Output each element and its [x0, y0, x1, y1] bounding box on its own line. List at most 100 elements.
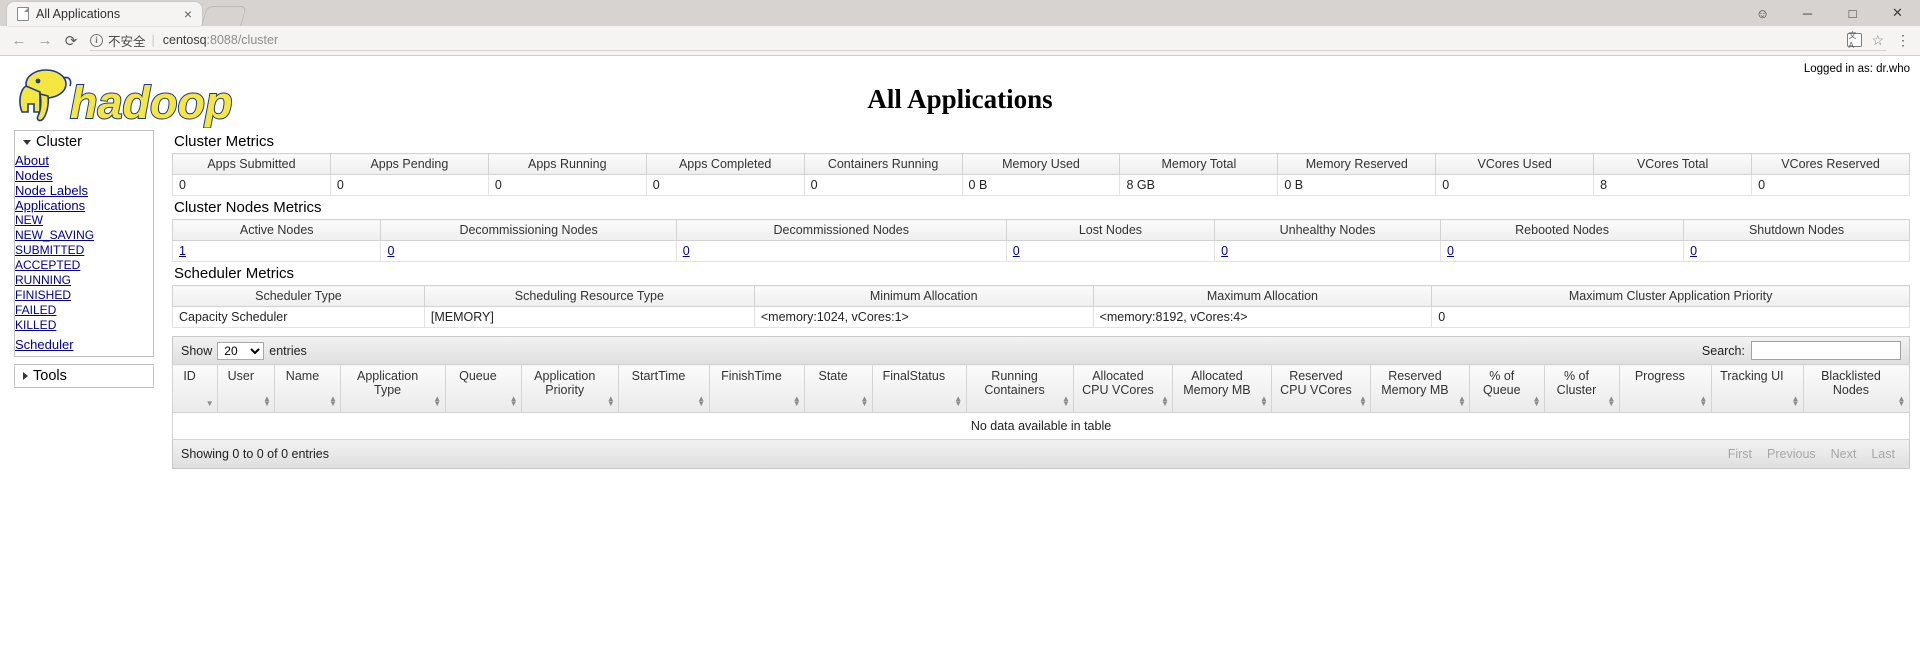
sidebar-item-node-labels-label[interactable]: Node Labels — [15, 183, 88, 198]
sidebar-item-nodes[interactable]: Nodes — [15, 168, 153, 183]
pagination-first[interactable]: First — [1722, 446, 1758, 462]
col-maximum-allocation: Maximum Allocation — [1092, 285, 1433, 307]
rebooted-nodes-link[interactable]: 0 — [1447, 244, 1454, 258]
reload-icon[interactable]: ⟳ — [58, 28, 84, 54]
close-window-button[interactable]: ✕ — [1875, 0, 1920, 26]
col-finishtime[interactable]: FinishTime ▲ ▼ — [708, 364, 806, 413]
col-starttime[interactable]: StartTime ▲ ▼ — [618, 364, 710, 413]
maximize-button[interactable]: □ — [1830, 0, 1875, 26]
active-nodes-link[interactable]: 1 — [179, 244, 186, 258]
sidebar-section-cluster[interactable]: Cluster — [15, 131, 153, 153]
applications-table: ID▲▼ User▲▼ Name▲▼ Application Type▲▼ Qu… — [171, 364, 1911, 440]
col-application-priority[interactable]: Application Priority ▲ ▼ — [521, 364, 620, 413]
new-tab-button[interactable] — [201, 6, 247, 26]
val-rebooted-nodes: 0 — [1439, 240, 1685, 262]
close-tab-icon[interactable]: × — [182, 7, 194, 21]
svg-text:hadoop: hadoop — [70, 77, 232, 128]
sidebar-item-app-finished[interactable]: FINISHED — [15, 288, 153, 303]
page-length-control: Show 20 40 60 80 100 entries — [181, 341, 307, 360]
col-blacklisted-nodes[interactable]: Blacklisted Nodes ▲ ▼ — [1802, 364, 1911, 413]
col-reserved-cpu-vcores[interactable]: Reserved CPU VCores ▲ ▼ — [1271, 364, 1372, 413]
sidebar-item-app-submitted-label[interactable]: SUBMITTED — [15, 243, 84, 258]
browser-menu-icon[interactable]: ⋮ — [1892, 32, 1914, 49]
sidebar-item-app-new-saving-label[interactable]: NEW_SAVING — [15, 228, 94, 243]
sidebar-item-applications[interactable]: Applications — [15, 198, 153, 213]
col-name[interactable]: Name ▲ ▼ — [274, 364, 342, 413]
sidebar-item-app-failed[interactable]: FAILED — [15, 303, 153, 318]
val-memory-used: 0 B — [961, 174, 1121, 196]
minimize-button[interactable]: ─ — [1785, 0, 1830, 26]
pagination-last[interactable]: Last — [1865, 446, 1901, 462]
sidebar-item-app-running[interactable]: RUNNING — [15, 273, 153, 288]
unhealthy-nodes-link[interactable]: 0 — [1221, 244, 1228, 258]
sidebar-item-app-new-saving[interactable]: NEW_SAVING — [15, 228, 153, 243]
sidebar-item-about-label[interactable]: About — [15, 153, 49, 168]
sidebar-item-app-new-label[interactable]: NEW — [15, 213, 43, 228]
sidebar-section-tools[interactable]: Tools — [15, 365, 153, 387]
sort-icon: ▲▼ — [509, 394, 518, 408]
page-length-select[interactable]: 20 40 60 80 100 — [217, 341, 265, 360]
col-rebooted-nodes: Rebooted Nodes — [1439, 219, 1685, 241]
col-id[interactable]: ID▲▼ — [171, 364, 219, 413]
site-info-icon[interactable]: i — [90, 33, 103, 47]
val-vcores-used: 0 — [1435, 174, 1595, 196]
table-row: 1 0 0 0 0 0 0 — [171, 240, 1910, 262]
col-queue[interactable]: Queue ▲ ▼ — [444, 364, 523, 413]
hadoop-logo[interactable]: hadoop — [0, 56, 1920, 130]
sidebar-item-app-accepted-label[interactable]: ACCEPTED — [15, 258, 80, 273]
col-reserved-memory-mb[interactable]: Reserved Memory MB ▲ ▼ — [1370, 364, 1471, 413]
sidebar-item-node-labels[interactable]: Node Labels — [15, 183, 153, 198]
col-user[interactable]: User ▲ ▼ — [217, 364, 276, 413]
tab-title: All Applications — [36, 7, 121, 21]
col-finalstatus[interactable]: FinalStatus ▲ ▼ — [871, 364, 967, 413]
address-bar[interactable]: i 不安全 | centosq:8088/cluster 文A ☆ — [90, 31, 1886, 51]
col-apps-pending: Apps Pending — [329, 153, 489, 175]
sort-icon: ▲▼ — [329, 394, 337, 408]
col-tracking-ui[interactable]: Tracking UI ▲ ▼ — [1710, 364, 1804, 413]
main-content: Cluster Metrics Apps Submitted Apps Pend… — [171, 130, 1911, 469]
col-percent-of-queue[interactable]: % of Queue ▲ ▼ — [1469, 364, 1546, 413]
col-progress[interactable]: Progress ▲ ▼ — [1618, 364, 1712, 413]
bookmark-star-icon[interactable]: ☆ — [1871, 32, 1884, 49]
sidebar-item-about[interactable]: About — [15, 153, 153, 168]
col-allocated-cpu-vcores[interactable]: Allocated CPU VCores ▲ ▼ — [1073, 364, 1174, 413]
pagination-previous[interactable]: Previous — [1761, 446, 1822, 462]
search-input[interactable] — [1751, 341, 1901, 360]
forward-icon[interactable]: → — [32, 28, 58, 54]
sidebar-item-app-failed-label[interactable]: FAILED — [15, 303, 56, 318]
sidebar-item-scheduler-label[interactable]: Scheduler — [15, 337, 74, 352]
account-icon[interactable]: ☺ — [1740, 0, 1785, 26]
table-empty-row: No data available in table — [172, 412, 1910, 440]
sidebar-item-app-killed-label[interactable]: KILLED — [15, 318, 56, 333]
decommissioned-nodes-link[interactable]: 0 — [683, 244, 690, 258]
sidebar-item-applications-label[interactable]: Applications — [15, 198, 85, 213]
sidebar-item-app-running-label[interactable]: RUNNING — [15, 273, 71, 288]
browser-tab[interactable]: All Applications × — [7, 2, 202, 26]
sidebar-item-app-accepted[interactable]: ACCEPTED — [15, 258, 153, 273]
window-controls: ☺ ─ □ ✕ — [1740, 0, 1920, 26]
sidebar-item-app-killed[interactable]: KILLED — [15, 318, 153, 333]
sidebar: Cluster About Nodes Node Labels Applicat… — [14, 130, 154, 388]
col-percent-of-cluster[interactable]: % of Cluster ▲ ▼ — [1544, 364, 1620, 413]
col-vcores-reserved: VCores Reserved — [1751, 153, 1910, 175]
col-application-type[interactable]: Application Type ▲ ▼ — [340, 364, 446, 413]
decommissioning-nodes-link[interactable]: 0 — [387, 244, 394, 258]
translate-icon[interactable]: 文A — [1847, 31, 1863, 50]
col-memory-reserved: Memory Reserved — [1277, 153, 1437, 175]
sidebar-item-nodes-label[interactable]: Nodes — [15, 168, 53, 183]
sidebar-item-app-new[interactable]: NEW — [15, 213, 153, 228]
sidebar-item-app-submitted[interactable]: SUBMITTED — [15, 243, 153, 258]
search-control: Search: — [1702, 341, 1901, 360]
lost-nodes-link[interactable]: 0 — [1013, 244, 1020, 258]
sidebar-item-scheduler[interactable]: Scheduler — [15, 333, 153, 352]
shutdown-nodes-link[interactable]: 0 — [1690, 244, 1697, 258]
col-running-containers[interactable]: Running Containers ▲ ▼ — [965, 364, 1075, 413]
sidebar-item-app-finished-label[interactable]: FINISHED — [15, 288, 71, 303]
back-icon[interactable]: ← — [6, 28, 32, 54]
browser-chrome: All Applications × ☺ ─ □ ✕ ← → ⟳ i 不安全 |… — [0, 0, 1920, 56]
col-state[interactable]: State ▲ ▼ — [804, 364, 873, 413]
col-apps-running: Apps Running — [487, 153, 647, 175]
pagination-next[interactable]: Next — [1825, 446, 1863, 462]
col-allocated-memory-mb[interactable]: Allocated Memory MB ▲ ▼ — [1172, 364, 1273, 413]
col-decommissioned-nodes: Decommissioned Nodes — [675, 219, 1007, 241]
